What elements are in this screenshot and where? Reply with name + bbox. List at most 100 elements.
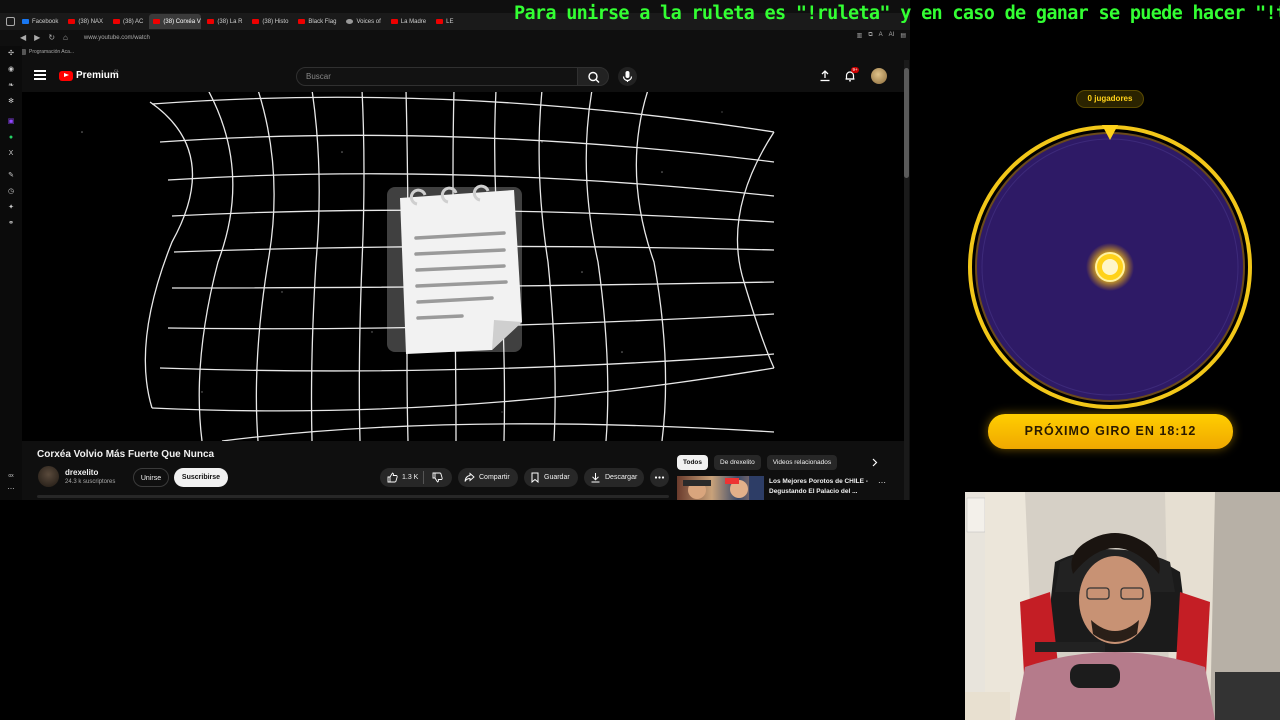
leaf-icon[interactable]: ❧	[7, 82, 15, 90]
youtube-icon	[153, 19, 161, 24]
screenshot-icon[interactable]: ⧉	[868, 32, 872, 39]
link-icon[interactable]: ⚭	[7, 220, 15, 228]
whatsapp-icon[interactable]: ●	[7, 134, 15, 142]
voice-search-button[interactable]	[618, 67, 637, 86]
tab-youtube-active[interactable]: (38) Corxéa V	[149, 14, 202, 29]
chip-all[interactable]: Todos	[677, 455, 709, 470]
tab-youtube-8[interactable]: La Madre	[387, 14, 430, 29]
scroll-thumb[interactable]	[904, 68, 909, 178]
next-spin-banner: PRÓXIMO GIRO EN 18:12	[988, 414, 1233, 449]
thumbnail-image	[683, 476, 764, 500]
tab-youtube-1[interactable]: (38) NAX	[64, 14, 107, 29]
chat-command-ticker: Para unirse a la ruleta es "!ruleta" y e…	[514, 3, 1280, 24]
microphone-icon	[622, 71, 633, 82]
youtube-icon	[252, 19, 260, 24]
sidebar-toggle-icon[interactable]: ▥	[857, 32, 863, 39]
gear-icon	[346, 19, 354, 24]
tab-youtube-2[interactable]: (38) AC	[109, 14, 147, 29]
stream-canvas: Facebook (38) NAX (38) AC (38) Corxéa V …	[0, 0, 1280, 720]
webcam-feed	[965, 492, 1280, 720]
youtube-icon	[390, 19, 398, 24]
video-frame-grid-animation	[81, 92, 775, 441]
join-button[interactable]: Unirse	[133, 468, 169, 487]
youtube-icon	[207, 19, 215, 24]
youtube-play-icon	[59, 70, 73, 81]
brush-icon[interactable]: ✎	[7, 172, 15, 180]
youtube-icon	[436, 19, 444, 24]
players-count-badge: 0 jugadores	[1076, 90, 1144, 108]
channel-avatar[interactable]	[38, 466, 59, 487]
share-label: Compartir	[479, 474, 510, 481]
download-label: Descargar	[605, 474, 638, 481]
extension-icon[interactable]: ✦	[7, 204, 15, 212]
webcam-image	[965, 492, 1280, 720]
bookmark-bar: Programación Aca...	[20, 46, 74, 58]
x-icon[interactable]: X	[7, 150, 15, 158]
home-icon[interactable]: ⌂	[63, 33, 68, 42]
browser-sidebar: ✣ ◉ ❧ ✻ ▣ ● X ✎ ◷ ✦ ⚭ ox ⋯	[0, 46, 22, 500]
recommended-video-thumbnail[interactable]	[677, 476, 764, 500]
save-label: Guardar	[544, 474, 570, 481]
recommendation-more-icon[interactable]: ⋯	[878, 478, 886, 487]
twitch-icon[interactable]: ▣	[7, 118, 15, 126]
tab-youtube-6[interactable]: Black Flag	[294, 14, 340, 29]
thumbs-up-icon	[387, 472, 398, 483]
search-input[interactable]: Buscar	[296, 67, 578, 86]
forward-icon[interactable]: ▶	[34, 33, 40, 42]
chip-related[interactable]: Videos relacionados	[766, 455, 838, 470]
country-code: CL	[114, 68, 120, 73]
youtube-header: Premium CL Buscar 9+	[22, 60, 910, 92]
youtube-premium-logo[interactable]: Premium	[59, 70, 119, 81]
translate-icon[interactable]: A	[879, 32, 883, 39]
roulette-wheel	[968, 125, 1252, 409]
share-button[interactable]: Compartir	[458, 468, 518, 487]
bookmark-save-icon	[531, 472, 539, 483]
page-scrollbar[interactable]	[904, 60, 909, 500]
more-icon[interactable]: ⋯	[7, 486, 15, 494]
pin-icon[interactable]: ✣	[7, 50, 15, 58]
hamburger-menu-icon[interactable]	[34, 70, 46, 80]
like-count: 1.3 K	[402, 474, 419, 481]
like-divider	[423, 471, 424, 484]
youtube-icon	[298, 19, 306, 24]
tab-youtube-9[interactable]: LE	[432, 14, 457, 29]
recommended-video-title[interactable]: Los Mejores Porotos de CHILE - Degustand…	[769, 477, 874, 497]
download-button[interactable]: Descargar	[584, 468, 644, 487]
settings-icon[interactable]: ox	[7, 472, 15, 480]
bookmark-item[interactable]: Programación Aca...	[29, 49, 74, 55]
chevron-right-icon[interactable]	[870, 458, 879, 467]
back-icon[interactable]: ◀	[20, 33, 26, 42]
tab-youtube-5[interactable]: (38) Histo	[248, 14, 292, 29]
tab-youtube-4[interactable]: (38) La R	[203, 14, 246, 29]
share-icon	[464, 472, 475, 482]
video-title: Corxéa Volvio Más Fuerte Que Nunca	[37, 449, 215, 460]
compass-icon[interactable]: ◉	[7, 66, 15, 74]
more-horizontal-icon	[654, 476, 665, 479]
download-icon	[591, 473, 600, 483]
save-button[interactable]: Guardar	[524, 468, 578, 487]
tab-actions-icon[interactable]	[6, 17, 15, 26]
search-button[interactable]	[577, 67, 609, 86]
user-avatar[interactable]	[871, 68, 887, 84]
channel-name[interactable]: drexelito	[65, 468, 98, 477]
youtube-icon	[68, 19, 76, 24]
menu-icon[interactable]: ▤	[900, 32, 906, 39]
more-actions-button[interactable]	[650, 468, 669, 487]
extension-ai[interactable]: AI	[889, 32, 895, 39]
browser-window: Facebook (38) NAX (38) AC (38) Corxéa V …	[0, 0, 910, 500]
subscribe-button[interactable]: Suscribirse	[174, 468, 228, 487]
chatgpt-icon[interactable]: ✻	[7, 98, 15, 106]
youtube-icon	[113, 19, 121, 24]
url-field[interactable]: www.youtube.com/watch	[84, 35, 150, 41]
tab-voices[interactable]: Voices of	[342, 14, 384, 29]
upload-icon[interactable]	[819, 70, 831, 82]
logo-text: Premium	[76, 70, 119, 81]
address-bar: ◀ ▶ ↻ ⌂ www.youtube.com/watch ▥ ⧉ A AI ▤	[20, 30, 910, 45]
reload-icon[interactable]: ↻	[48, 33, 55, 42]
chip-from-channel[interactable]: De drexelito	[714, 455, 761, 470]
subscriber-count: 24.3 k suscriptores	[65, 479, 116, 485]
clock-icon[interactable]: ◷	[7, 188, 15, 196]
tab-facebook[interactable]: Facebook	[18, 14, 62, 29]
video-player[interactable]	[22, 92, 904, 441]
thumbs-down-icon[interactable]	[432, 472, 443, 483]
